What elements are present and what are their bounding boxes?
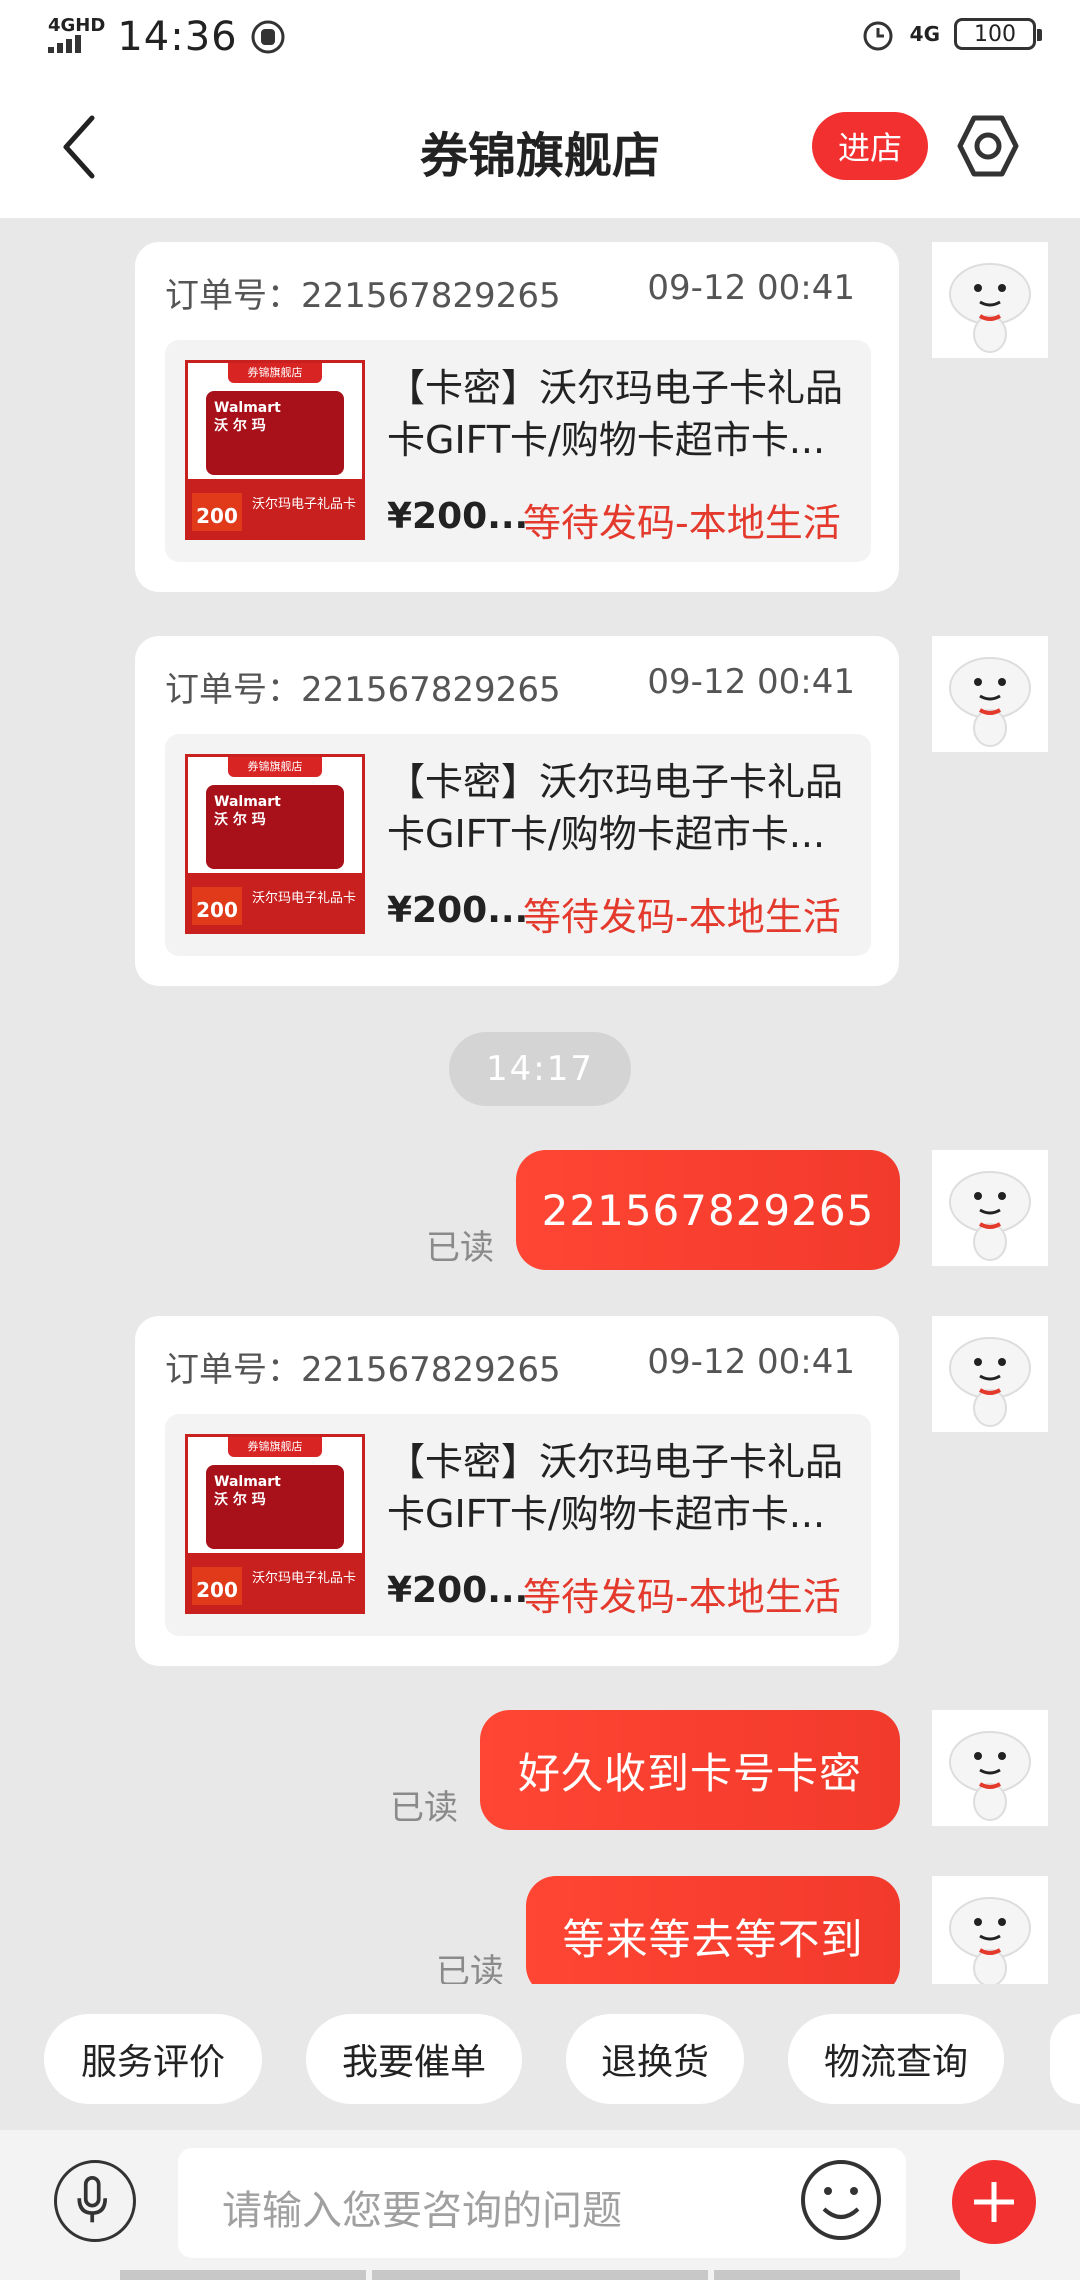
joy-dog-avatar-icon xyxy=(949,1171,1031,1261)
order-card[interactable]: 订单号：221567829265 09-12 00:41 券锦旗舰店 Walma… xyxy=(135,242,899,592)
network-indicator: 4GHD xyxy=(48,17,105,57)
product-price: ¥200... xyxy=(387,890,529,931)
quick-actions-bar: 服务评价 我要催单 退换货 物流查询 xyxy=(0,2006,1080,2126)
joy-dog-avatar-icon xyxy=(949,1731,1031,1821)
gift-card-image: Walmart 沃 尔 玛 xyxy=(206,1465,344,1549)
gesture-bar xyxy=(714,2270,960,2280)
chat-header: 券锦旗舰店 进店 xyxy=(0,72,1080,218)
battery-icon: 100 xyxy=(954,18,1042,50)
order-date: 09-12 00:41 xyxy=(647,1342,855,1382)
order-number: 订单号：221567829265 xyxy=(165,276,561,316)
network-4g-label: 4G xyxy=(909,22,940,46)
avatar[interactable] xyxy=(932,242,1048,358)
read-receipt: 已读 xyxy=(436,1952,504,1984)
product-thumbnail: 券锦旗舰店 Walmart 沃 尔 玛 200 沃尔玛电子礼品卡 xyxy=(185,360,365,540)
plus-icon xyxy=(974,2182,1014,2222)
input-placeholder: 请输入您要咨询的问题 xyxy=(222,2188,622,2234)
gesture-bar xyxy=(372,2270,708,2280)
notification-hand-icon xyxy=(251,20,285,54)
clock: 14:36 xyxy=(117,14,238,60)
avatar[interactable] xyxy=(932,1316,1048,1432)
chat-bubble[interactable]: 好久收到卡号卡密 xyxy=(480,1710,900,1830)
product-thumbnail: 券锦旗舰店 Walmart 沃 尔 玛 200 沃尔玛电子礼品卡 xyxy=(185,1434,365,1614)
alarm-icon xyxy=(863,21,893,51)
avatar[interactable] xyxy=(932,1710,1048,1826)
enter-store-button[interactable]: 进店 xyxy=(812,112,928,180)
rate-service-button[interactable]: 服务评价 xyxy=(44,2014,262,2104)
question-input[interactable]: 请输入您要咨询的问题 xyxy=(178,2148,906,2258)
order-card[interactable]: 订单号：221567829265 09-12 00:41 券锦旗舰店 Walma… xyxy=(135,636,899,986)
order-status: 等待发码-本地生活 xyxy=(523,895,841,939)
microphone-icon xyxy=(77,2175,108,2223)
status-bar: 4GHD 14:36 4G 100 xyxy=(0,0,1080,72)
order-card[interactable]: 订单号：221567829265 09-12 00:41 券锦旗舰店 Walma… xyxy=(135,1316,899,1666)
chat-bubble[interactable]: 221567829265 xyxy=(516,1150,900,1270)
avatar[interactable] xyxy=(932,1150,1048,1266)
order-status: 等待发码-本地生活 xyxy=(523,1575,841,1619)
return-exchange-button[interactable]: 退换货 xyxy=(566,2014,744,2104)
product-title: 【卡密】沃尔玛电子卡礼品卡GIFT卡/购物卡超市卡... xyxy=(387,1440,844,1536)
more-chip[interactable] xyxy=(1050,2014,1080,2104)
signal-bars-icon xyxy=(48,35,81,53)
gift-card-image: Walmart 沃 尔 玛 xyxy=(206,785,344,869)
joy-dog-avatar-icon xyxy=(949,657,1031,747)
joy-dog-avatar-icon xyxy=(949,1337,1031,1427)
product-title: 【卡密】沃尔玛电子卡礼品卡GIFT卡/购物卡超市卡... xyxy=(387,366,844,462)
joy-dog-avatar-icon xyxy=(949,1897,1031,1984)
more-options-button[interactable] xyxy=(952,2160,1036,2244)
product-info[interactable]: 券锦旗舰店 Walmart 沃 尔 玛 200 沃尔玛电子礼品卡 【卡密】沃尔玛电子… xyxy=(165,734,871,956)
chat-message-list[interactable]: 订单号：221567829265 09-12 00:41 券锦旗舰店 Walma… xyxy=(0,218,1080,1984)
order-number: 订单号：221567829265 xyxy=(165,1350,561,1390)
order-date: 09-12 00:41 xyxy=(647,268,855,308)
time-divider: 14:17 xyxy=(449,1032,631,1106)
product-info[interactable]: 券锦旗舰店 Walmart 沃 尔 玛 200 沃尔玛电子礼品卡 【卡密】沃尔玛电子… xyxy=(165,1414,871,1636)
product-thumbnail: 券锦旗舰店 Walmart 沃 尔 玛 200 沃尔玛电子礼品卡 xyxy=(185,754,365,934)
order-status: 等待发码-本地生活 xyxy=(523,501,841,545)
settings-icon[interactable] xyxy=(954,112,1022,180)
order-date: 09-12 00:41 xyxy=(647,662,855,702)
avatar[interactable] xyxy=(932,636,1048,752)
product-title: 【卡密】沃尔玛电子卡礼品卡GIFT卡/购物卡超市卡... xyxy=(387,760,844,856)
gift-card-image: Walmart 沃 尔 玛 xyxy=(206,391,344,475)
avatar[interactable] xyxy=(932,1876,1048,1984)
product-price: ¥200... xyxy=(387,1570,529,1611)
read-receipt: 已读 xyxy=(390,1788,458,1828)
logistics-query-button[interactable]: 物流查询 xyxy=(788,2014,1004,2104)
emoji-icon[interactable] xyxy=(798,2157,884,2243)
urge-order-button[interactable]: 我要催单 xyxy=(306,2014,522,2104)
order-number: 订单号：221567829265 xyxy=(165,670,561,710)
voice-input-button[interactable] xyxy=(54,2160,136,2242)
product-info[interactable]: 券锦旗舰店 Walmart 沃 尔 玛 200 沃尔玛电子礼品卡 【卡密】沃尔玛电子… xyxy=(165,340,871,562)
gesture-bar xyxy=(120,2270,366,2280)
read-receipt: 已读 xyxy=(426,1228,494,1268)
joy-dog-avatar-icon xyxy=(949,263,1031,353)
input-bar: 请输入您要咨询的问题 xyxy=(0,2130,1080,2280)
chat-bubble[interactable]: 等来等去等不到 xyxy=(526,1876,900,1984)
product-price: ¥200... xyxy=(387,496,529,537)
